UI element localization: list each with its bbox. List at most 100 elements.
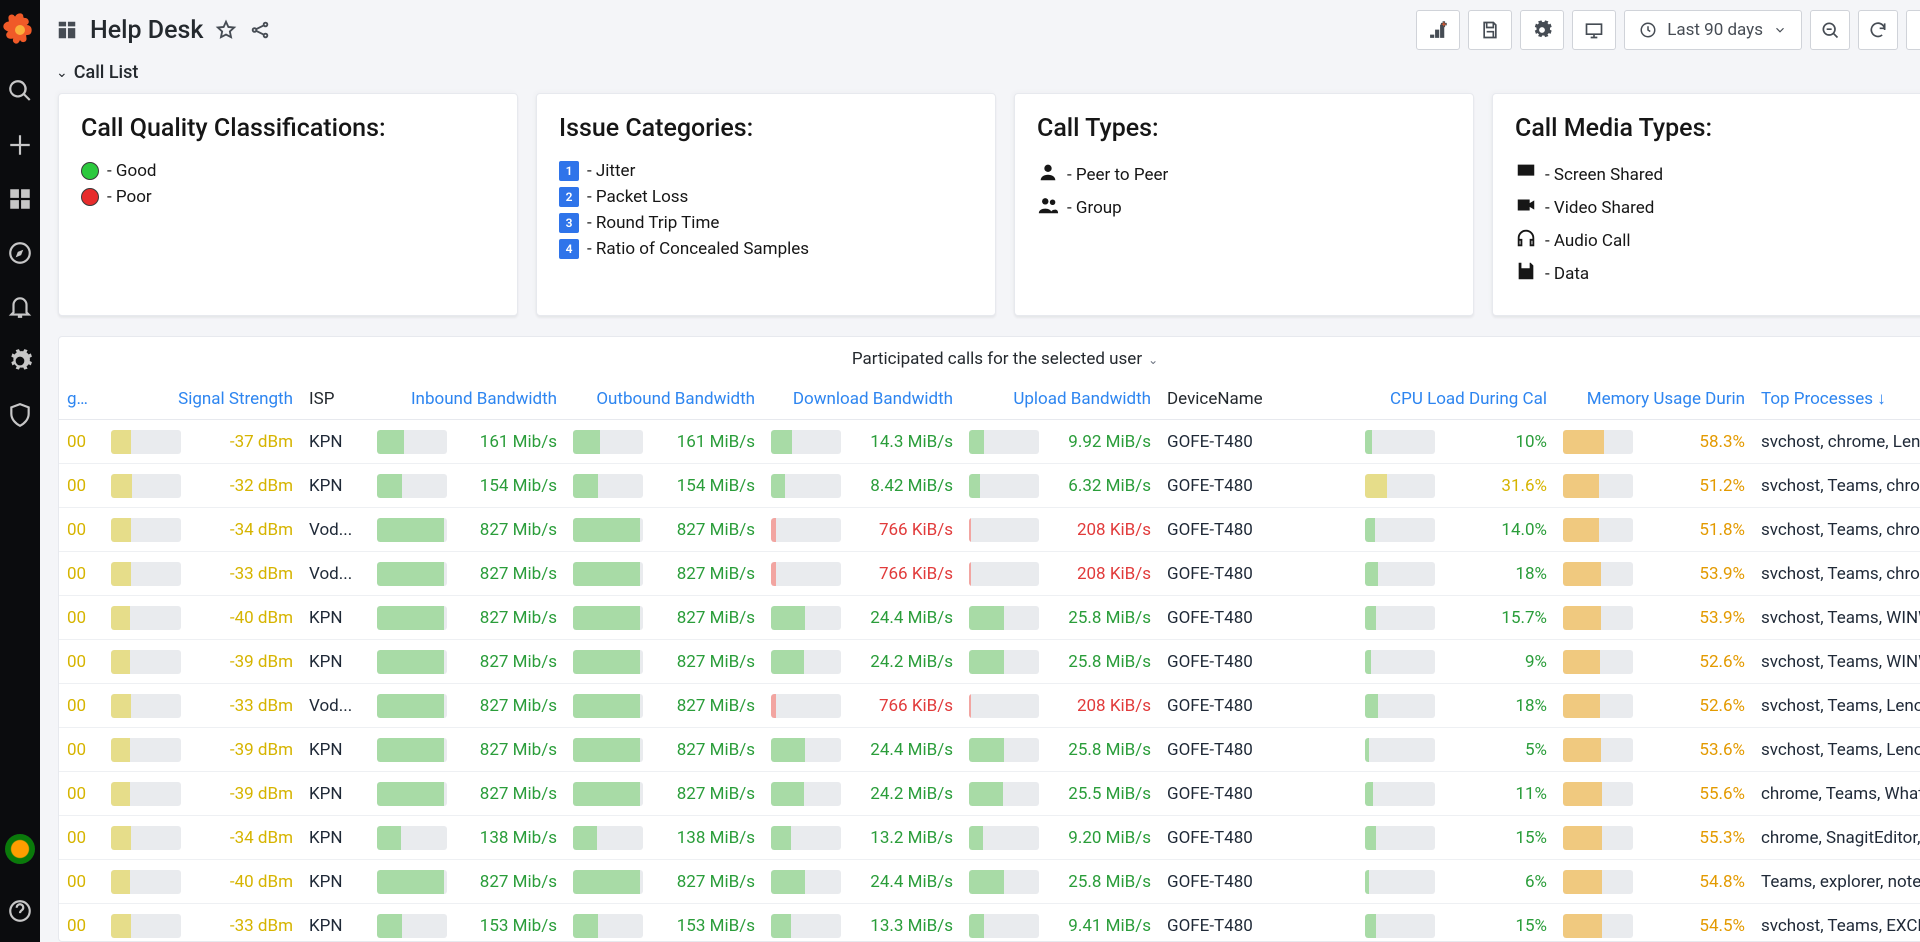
cell-isp: KPN bbox=[301, 816, 369, 860]
cell-gnal: 00 bbox=[59, 772, 103, 816]
cell-memory: 53.9% bbox=[1555, 552, 1753, 596]
red-dot-icon bbox=[81, 188, 99, 206]
share-icon[interactable] bbox=[249, 19, 271, 41]
topbar: Help Desk Last 90 days bbox=[40, 0, 1920, 58]
legend-item: - Group bbox=[1037, 194, 1451, 221]
table-row[interactable]: 00 -39 dBm KPN 827 Mib/s 827 MiB/s 24.2 … bbox=[59, 640, 1920, 684]
grafana-logo-icon[interactable] bbox=[0, 10, 40, 50]
cell-device: GOFE-T480 bbox=[1159, 552, 1357, 596]
col-upload[interactable]: Upload Bandwidth bbox=[961, 381, 1159, 420]
shield-icon[interactable] bbox=[7, 402, 33, 428]
table-row[interactable]: 00 -34 dBm Vod... 827 Mib/s 827 MiB/s 76… bbox=[59, 508, 1920, 552]
table-row[interactable]: 00 -39 dBm KPN 827 Mib/s 827 MiB/s 24.2 … bbox=[59, 772, 1920, 816]
add-panel-button[interactable] bbox=[1416, 10, 1460, 50]
group-icon bbox=[1037, 194, 1059, 221]
save-button[interactable] bbox=[1468, 10, 1512, 50]
col-gnal[interactable]: gnal bbox=[59, 381, 103, 420]
green-dot-icon bbox=[81, 162, 99, 180]
cell-signal-strength: -33 dBm bbox=[103, 684, 301, 728]
sidebar bbox=[0, 0, 40, 942]
cell-signal-strength: -39 dBm bbox=[103, 728, 301, 772]
cell-isp: KPN bbox=[301, 860, 369, 904]
cell-device: GOFE-T480 bbox=[1159, 772, 1357, 816]
user-avatar[interactable] bbox=[5, 834, 35, 864]
cell-gnal: 00 bbox=[59, 904, 103, 942]
cell-inbound: 827 Mib/s bbox=[369, 728, 565, 772]
cell-isp: KPN bbox=[301, 596, 369, 640]
cell-top-processes: chrome, SnagitEditor, O bbox=[1753, 816, 1920, 860]
cell-cpu: 18% bbox=[1357, 552, 1555, 596]
cell-memory: 51.8% bbox=[1555, 508, 1753, 552]
cell-signal-strength: -37 dBm bbox=[103, 420, 301, 464]
legend-item: - Video Shared bbox=[1515, 194, 1920, 221]
cell-cpu: 14.0% bbox=[1357, 508, 1555, 552]
table-row[interactable]: 00 -40 dBm KPN 827 Mib/s 827 MiB/s 24.4 … bbox=[59, 596, 1920, 640]
cell-top-processes: Teams, explorer, notes2 bbox=[1753, 860, 1920, 904]
dashboards-icon[interactable] bbox=[7, 186, 33, 212]
col-inbound[interactable]: Inbound Bandwidth bbox=[369, 381, 565, 420]
cell-gnal: 00 bbox=[59, 508, 103, 552]
cell-download: 24.4 MiB/s bbox=[763, 728, 961, 772]
table-row[interactable]: 00 -40 dBm KPN 827 Mib/s 827 MiB/s 24.4 … bbox=[59, 860, 1920, 904]
settings-button[interactable] bbox=[1520, 10, 1564, 50]
cell-signal-strength: -33 dBm bbox=[103, 552, 301, 596]
cell-outbound: 138 MiB/s bbox=[565, 816, 763, 860]
table-row[interactable]: 00 -33 dBm Vod... 827 Mib/s 827 MiB/s 76… bbox=[59, 684, 1920, 728]
cell-top-processes: svchost, Teams, WINW bbox=[1753, 640, 1920, 684]
cell-top-processes: chrome, Teams, WhatsA bbox=[1753, 772, 1920, 816]
explore-icon[interactable] bbox=[7, 240, 33, 266]
table-row[interactable]: 00 -34 dBm KPN 138 Mib/s 138 MiB/s 13.2 … bbox=[59, 816, 1920, 860]
col-device[interactable]: DeviceName bbox=[1159, 381, 1357, 420]
gear-icon[interactable] bbox=[7, 348, 33, 374]
table-title[interactable]: Participated calls for the selected user… bbox=[59, 337, 1920, 381]
cell-signal-strength: -33 dBm bbox=[103, 904, 301, 942]
cell-inbound: 827 Mib/s bbox=[369, 596, 565, 640]
cell-download: 766 KiB/s bbox=[763, 508, 961, 552]
table-row[interactable]: 00 -33 dBm KPN 153 Mib/s 153 MiB/s 13.3 … bbox=[59, 904, 1920, 942]
cell-gnal: 00 bbox=[59, 596, 103, 640]
col-cpu[interactable]: CPU Load During Cal bbox=[1357, 381, 1555, 420]
plus-icon[interactable] bbox=[7, 132, 33, 158]
refresh-button[interactable] bbox=[1858, 10, 1898, 50]
table-row[interactable]: 00 -39 dBm KPN 827 Mib/s 827 MiB/s 24.4 … bbox=[59, 728, 1920, 772]
legend-item: 1- Jitter bbox=[559, 161, 973, 181]
col-outbound[interactable]: Outbound Bandwidth bbox=[565, 381, 763, 420]
cell-gnal: 00 bbox=[59, 552, 103, 596]
card-media-types: Call Media Types: - Screen Shared- Video… bbox=[1492, 93, 1920, 316]
table-row[interactable]: 00 -33 dBm Vod... 827 Mib/s 827 MiB/s 76… bbox=[59, 552, 1920, 596]
cell-inbound: 827 Mib/s bbox=[369, 552, 565, 596]
legend-item: 2- Packet Loss bbox=[559, 187, 973, 207]
col-top-processes[interactable]: Top Processes ↓ bbox=[1753, 381, 1920, 420]
cell-memory: 51.2% bbox=[1555, 464, 1753, 508]
col-isp[interactable]: ISP bbox=[301, 381, 369, 420]
calls-table-panel: Participated calls for the selected user… bbox=[58, 336, 1920, 942]
cell-upload: 208 KiB/s bbox=[961, 552, 1159, 596]
legend-item: - Good bbox=[81, 161, 495, 181]
issue-number-icon: 2 bbox=[559, 187, 579, 207]
refresh-interval-dropdown[interactable] bbox=[1906, 10, 1920, 50]
cell-top-processes: svchost, Teams, chrome bbox=[1753, 464, 1920, 508]
cell-cpu: 15% bbox=[1357, 904, 1555, 942]
cell-upload: 25.8 MiB/s bbox=[961, 596, 1159, 640]
cell-device: GOFE-T480 bbox=[1159, 464, 1357, 508]
time-range-picker[interactable]: Last 90 days bbox=[1624, 10, 1802, 50]
tv-mode-button[interactable] bbox=[1572, 10, 1616, 50]
sort-indicator-icon: ↓ bbox=[1877, 389, 1886, 409]
table-row[interactable]: 00 -37 dBm KPN 161 Mib/s 161 MiB/s 14.3 … bbox=[59, 420, 1920, 464]
table-row[interactable]: 00 -32 dBm KPN 154 Mib/s 154 MiB/s 8.42 … bbox=[59, 464, 1920, 508]
search-icon[interactable] bbox=[7, 78, 33, 104]
col-download[interactable]: Download Bandwidth bbox=[763, 381, 961, 420]
col-mem[interactable]: Memory Usage Durin bbox=[1555, 381, 1753, 420]
star-icon[interactable] bbox=[215, 19, 237, 41]
alerting-icon[interactable] bbox=[7, 294, 33, 320]
cell-download: 766 KiB/s bbox=[763, 552, 961, 596]
cell-top-processes: svchost, Teams, WINW bbox=[1753, 596, 1920, 640]
cell-inbound: 138 Mib/s bbox=[369, 816, 565, 860]
cell-upload: 208 KiB/s bbox=[961, 684, 1159, 728]
row-title[interactable]: ⌄ Call List bbox=[40, 58, 1920, 93]
help-icon[interactable] bbox=[7, 898, 33, 924]
col-signal-strength[interactable]: Signal Strength bbox=[103, 381, 301, 420]
zoom-out-button[interactable] bbox=[1810, 10, 1850, 50]
cell-cpu: 11% bbox=[1357, 772, 1555, 816]
cell-isp: KPN bbox=[301, 904, 369, 942]
